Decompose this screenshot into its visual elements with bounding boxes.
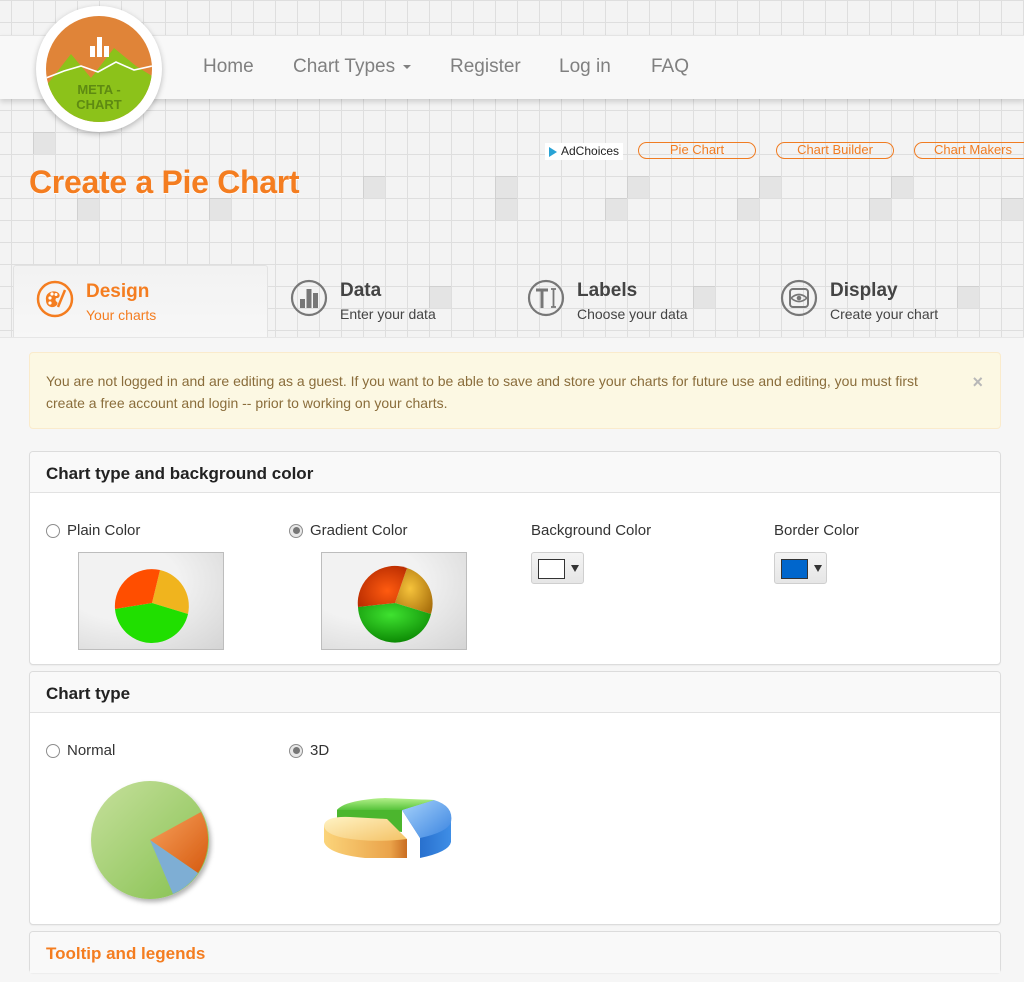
nav-chart-types[interactable]: Chart Types <box>293 56 412 78</box>
caret-down-icon <box>403 64 412 69</box>
tab-labels-subtitle: Choose your data <box>577 306 688 322</box>
border-color-swatch <box>781 559 808 579</box>
ad-link-chart-makers[interactable]: Chart Makers <box>914 142 1024 159</box>
3d-pie-illustration[interactable] <box>320 792 470 892</box>
nav-chart-types-label: Chart Types <box>293 56 396 77</box>
panel-chart-type: Chart type Normal 3D <box>29 671 1001 925</box>
grid-shade <box>209 198 231 220</box>
radio-plain-color-input[interactable] <box>46 523 60 538</box>
tab-display-subtitle: Create your chart <box>830 306 939 322</box>
grid-shade <box>605 198 627 220</box>
background-color-swatch <box>538 559 565 579</box>
grid-shade <box>363 176 385 198</box>
grid-shade <box>759 176 781 198</box>
panel-tooltip-legends[interactable]: Tooltip and legends <box>29 931 1001 973</box>
palette-icon <box>36 280 74 318</box>
tab-data-title: Data <box>340 280 382 301</box>
tab-display[interactable]: Display Create your chart <box>758 265 1008 338</box>
grid-shade <box>495 198 517 220</box>
radio-3d-input[interactable] <box>289 743 303 758</box>
tab-data[interactable]: Data Enter your data <box>268 265 508 338</box>
panel-chart-type-title: Chart type <box>30 672 1000 713</box>
svg-text:META -: META - <box>77 82 120 97</box>
grid-shade <box>495 176 517 198</box>
radio-normal-label: Normal <box>67 742 116 759</box>
radio-3d[interactable]: 3D <box>289 742 329 759</box>
border-color-picker[interactable] <box>774 552 827 584</box>
background-color-picker[interactable] <box>531 552 584 584</box>
panel-tooltip-legends-title[interactable]: Tooltip and legends <box>30 932 1000 973</box>
tab-design-title: Design <box>86 281 150 302</box>
nav-login[interactable]: Log in <box>559 56 611 78</box>
ad-link-pie-chart[interactable]: Pie Chart <box>638 142 756 159</box>
panel-background-color-title: Chart type and background color <box>30 452 1000 493</box>
gradient-color-preview[interactable] <box>321 552 467 650</box>
radio-gradient-color-label: Gradient Color <box>310 522 408 539</box>
gradient-pie-preview-icon <box>357 565 433 643</box>
grid-shade <box>627 176 649 198</box>
grid-shade <box>1001 198 1023 220</box>
radio-normal[interactable]: Normal <box>46 742 115 759</box>
page-title: Create a Pie Chart <box>29 164 300 200</box>
normal-pie-icon <box>91 781 209 899</box>
alert-text: You are not logged in and are editing as… <box>46 373 918 411</box>
adchoices-label: AdChoices <box>561 144 620 158</box>
tab-design[interactable]: Design Your charts <box>13 265 268 338</box>
tab-labels[interactable]: Labels Choose your data <box>505 265 750 338</box>
bar-chart-icon <box>290 279 328 317</box>
dropdown-arrow-icon <box>571 565 579 572</box>
guest-warning-alert: You are not logged in and are editing as… <box>29 352 1001 429</box>
background-color-label: Background Color <box>531 522 652 539</box>
radio-3d-label: 3D <box>310 742 330 759</box>
svg-text:CHART: CHART <box>76 97 122 112</box>
grid-shade <box>869 198 891 220</box>
nav-faq[interactable]: FAQ <box>651 56 689 78</box>
eye-display-icon <box>780 279 818 317</box>
plain-color-preview[interactable] <box>78 552 224 650</box>
radio-gradient-color[interactable]: Gradient Color <box>289 522 408 539</box>
panel-background-color: Chart type and background color Plain Co… <box>29 451 1001 665</box>
grid-shade <box>33 132 55 154</box>
dropdown-arrow-icon <box>814 565 822 572</box>
tab-design-subtitle: Your charts <box>86 307 157 323</box>
ad-link-chart-builder[interactable]: Chart Builder <box>776 142 894 159</box>
radio-plain-color[interactable]: Plain Color <box>46 522 140 539</box>
adchoices-icon <box>549 146 557 157</box>
grid-shade <box>737 198 759 220</box>
adchoices-badge[interactable]: AdChoices <box>545 143 624 160</box>
border-color-label: Border Color <box>774 522 860 539</box>
meta-chart-logo[interactable]: META - CHART <box>36 6 162 132</box>
grid-shade <box>77 198 99 220</box>
nav-register[interactable]: Register <box>450 56 521 78</box>
radio-plain-color-label: Plain Color <box>67 522 141 539</box>
tab-display-title: Display <box>830 280 898 301</box>
nav-home[interactable]: Home <box>203 56 254 78</box>
text-cursor-icon <box>527 279 565 317</box>
tab-data-subtitle: Enter your data <box>340 306 436 322</box>
close-icon[interactable]: × <box>972 373 983 391</box>
radio-normal-input[interactable] <box>46 743 60 758</box>
3d-pie-icon <box>324 798 452 858</box>
tab-labels-title: Labels <box>577 280 638 301</box>
bar-chart-logo-icon: META - CHART <box>46 16 152 122</box>
normal-pie-illustration[interactable] <box>85 777 215 907</box>
plain-pie-preview-icon <box>114 569 189 643</box>
grid-shade <box>891 176 913 198</box>
radio-gradient-color-input[interactable] <box>289 523 303 538</box>
